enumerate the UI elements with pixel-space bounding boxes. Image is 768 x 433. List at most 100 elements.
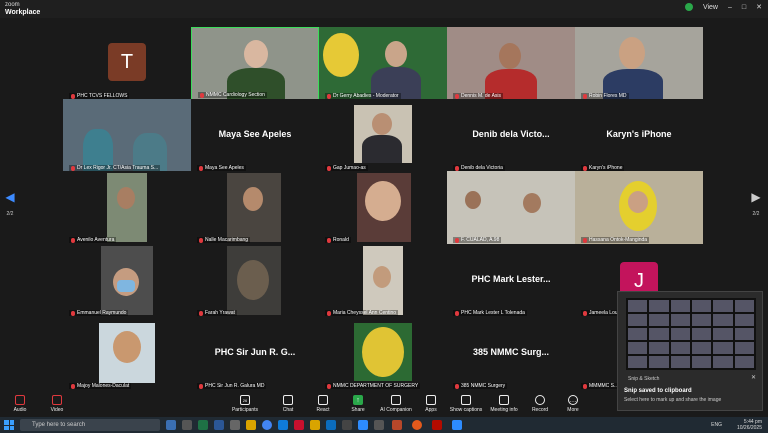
participant-name: NMMC Cardiology Section	[198, 92, 267, 98]
participant-tile[interactable]: Farah Yrawat	[191, 244, 319, 317]
task-view-icon[interactable]	[166, 420, 176, 430]
record-label: Record	[531, 407, 549, 413]
participant-tile[interactable]: Emmanuel Raymundo	[63, 244, 191, 317]
chrome-icon[interactable]	[262, 420, 272, 430]
participant-display-name: PHC Sir Jun R. G...	[214, 347, 296, 357]
participant-name: PHC Mark Lester L Tolenada	[453, 310, 527, 316]
chat-button[interactable]: Chat	[268, 395, 308, 413]
word-icon[interactable]	[214, 420, 224, 430]
video-person	[619, 37, 645, 69]
app-icon[interactable]	[294, 420, 304, 430]
mic-muted-icon	[71, 237, 75, 243]
video-feed	[357, 173, 411, 242]
participant-tile[interactable]: Nalle Macarimbang	[191, 171, 319, 244]
captions-button[interactable]: Show captions	[446, 395, 486, 413]
participant-tile[interactable]: Dr Gerry Abadies - Moderator	[319, 27, 447, 100]
participant-name-text: Maria Cheyssel Ann Centino	[333, 310, 397, 316]
react-button[interactable]: React	[303, 395, 343, 413]
participant-tile[interactable]: Denib dela Victo... Denib dela Victoria	[447, 99, 575, 172]
system-tray[interactable]: ENG 5:44 pm 10/26/2025	[711, 419, 762, 431]
mic-muted-icon	[583, 237, 587, 243]
microphone-icon	[15, 395, 25, 405]
video-person	[237, 260, 269, 300]
participant-name: 385 NMMC Surgery	[453, 383, 508, 389]
mic-muted-icon	[583, 165, 587, 171]
video-person	[244, 40, 268, 68]
participant-tile[interactable]: Gap Jumao-as	[319, 99, 447, 172]
mic-muted-icon	[583, 93, 587, 99]
participant-tile[interactable]: Ronald	[319, 171, 447, 244]
mic-muted-icon	[327, 165, 331, 171]
app-icon[interactable]	[230, 420, 240, 430]
participant-tile[interactable]: T PHC TCVS FELLOWS	[63, 27, 191, 100]
app-icon[interactable]	[374, 420, 384, 430]
camera-icon	[52, 395, 62, 405]
next-page-button[interactable]: ▶ 2/2	[746, 190, 766, 230]
pdf-icon[interactable]	[432, 420, 442, 430]
taskbar-search-input[interactable]: Type here to search	[20, 419, 160, 431]
participant-name-text: Avenilo Aventura	[77, 237, 115, 243]
snip-notification[interactable]: Snip & Sketch ✕ Snip saved to clipboard …	[617, 291, 763, 411]
app-icon[interactable]	[182, 420, 192, 430]
participant-tile[interactable]: Majoy Malones-Daculat	[63, 317, 191, 390]
participant-name-text: Emmanuel Raymundo	[77, 310, 127, 316]
captions-label: Show captions	[449, 407, 483, 413]
zoom-app-icon[interactable]	[452, 420, 462, 430]
participant-tile[interactable]: Maya See Apeles Maya See Apeles	[191, 99, 319, 172]
meeting-info-button[interactable]: Meeting info	[484, 395, 524, 413]
audio-button[interactable]: Audio	[0, 395, 40, 413]
participant-name: PHC Sir Jun R. Galura MD	[197, 383, 267, 389]
mic-muted-icon	[455, 93, 459, 99]
apps-button[interactable]: Apps	[411, 395, 451, 413]
participants-label: Participants	[231, 407, 259, 413]
chat-icon	[283, 395, 293, 405]
mic-muted-icon	[327, 237, 331, 243]
video-person	[385, 41, 407, 67]
participant-tile-active[interactable]: NMMC Cardiology Section	[191, 27, 319, 100]
video-person	[113, 331, 141, 363]
prev-page-button[interactable]: ◀ 2/2	[0, 190, 20, 230]
app-icon[interactable]	[310, 420, 320, 430]
ai-companion-button[interactable]: AI Companion	[376, 395, 416, 413]
video-person	[243, 187, 263, 211]
share-button[interactable]: ↑ Share	[338, 395, 378, 413]
participant-tile[interactable]: Dennis M. de Asis	[447, 27, 575, 100]
app-icon[interactable]	[326, 420, 336, 430]
mic-muted-icon	[71, 93, 75, 99]
participant-tile[interactable]: PHC Mark Lester... PHC Mark Lester L Tol…	[447, 244, 575, 317]
participant-tile[interactable]: Maria Cheyssel Ann Centino	[319, 244, 447, 317]
edge-icon[interactable]	[278, 420, 288, 430]
participant-tile[interactable]: Dr Lex Rigor Jr. CT/Asia Trauma S...	[63, 99, 191, 172]
participant-display-name: Denib dela Victo...	[472, 129, 550, 139]
participants-button[interactable]: 26 Participants	[225, 395, 265, 413]
participant-tile[interactable]: PHC Sir Jun R. G... PHC Sir Jun R. Galur…	[191, 317, 319, 390]
mic-muted-icon	[327, 93, 331, 99]
video-feed	[227, 173, 281, 242]
video-button[interactable]: Video	[37, 395, 77, 413]
more-button[interactable]: … More	[553, 395, 593, 413]
app-icon[interactable]	[342, 420, 352, 430]
excel-icon[interactable]	[198, 420, 208, 430]
folder-icon[interactable]	[246, 420, 256, 430]
participant-tile[interactable]: Hassana Ontok-Manginda	[575, 171, 703, 244]
apps-label: Apps	[425, 407, 437, 413]
participant-tile[interactable]: F. CUALAD, A.98	[447, 171, 575, 244]
participant-tile[interactable]: NMMC DEPARTMENT OF SURGERY	[319, 317, 447, 390]
firefox-icon[interactable]	[412, 420, 422, 430]
zoom-icon[interactable]	[358, 420, 368, 430]
close-icon[interactable]: ✕	[751, 374, 756, 381]
participant-name-text: Nalle Macarimbang	[205, 237, 249, 243]
participant-tile[interactable]: Avenilo Aventura	[63, 171, 191, 244]
powerpoint-icon[interactable]	[392, 420, 402, 430]
participant-name-text: PHC Mark Lester L Tolenada	[461, 310, 525, 316]
participant-tile[interactable]: 385 NMMC Surg... 385 NMMC Surgery	[447, 317, 575, 390]
video-person	[365, 181, 401, 221]
avatar: T	[108, 43, 146, 81]
share-icon: ↑	[353, 395, 363, 405]
participant-tile[interactable]: Robin Flores MD	[575, 27, 703, 100]
participant-display-name: Maya See Apeles	[218, 129, 292, 139]
participant-tile[interactable]: Karyn's iPhone Karyn's iPhone	[575, 99, 703, 172]
windows-start-icon[interactable]	[4, 420, 14, 430]
notification-title: Snip saved to clipboard	[624, 388, 692, 394]
video-face	[628, 191, 648, 213]
